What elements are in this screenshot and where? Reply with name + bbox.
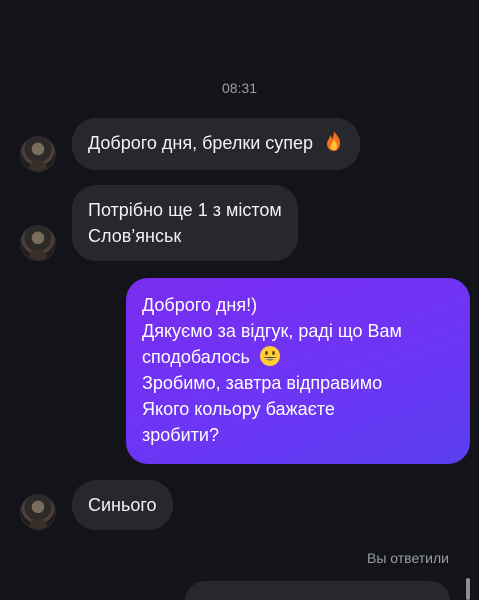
message-text-line: Дякуємо за відгук, раді що Вам (142, 321, 402, 341)
message-text-line: Потрібно ще 1 з містом (88, 200, 282, 220)
message-text-line-with-emoji: сподобалось (142, 344, 454, 370)
message-timestamp: 08:31 (221, 80, 258, 96)
contact-avatar[interactable] (20, 225, 56, 261)
reply-preview-bubble[interactable] (185, 581, 450, 600)
message-text-line: Слов’янськ (88, 226, 182, 246)
message-text: Доброго дня, брелки супер (88, 133, 314, 153)
outgoing-message-bubble[interactable]: Доброго дня!) Дякуємо за відгук, раді що… (126, 278, 470, 464)
message-text-line: Зробимо, завтра відправимо (142, 373, 383, 393)
incoming-message-bubble[interactable]: Синього (72, 480, 173, 530)
message-text-line: сподобалось (142, 347, 250, 367)
replied-label: Вы ответили (366, 550, 449, 566)
message-text-line: Якого кольору бажаєте (142, 399, 335, 419)
grinning-face-emoji-icon (259, 346, 280, 366)
fire-emoji-icon (327, 131, 341, 151)
message-row: Доброго дня, брелки супер (20, 118, 361, 172)
chat-thread: 08:31 Доброго дня, брелки супер Потрібно… (0, 0, 479, 600)
message-text: Синього (88, 495, 157, 515)
message-text-line: Доброго дня!) (142, 295, 258, 315)
message-row: Синього (20, 480, 173, 530)
contact-avatar[interactable] (20, 494, 56, 530)
incoming-message-bubble[interactable]: Потрібно ще 1 з містом Слов’янськ (72, 185, 298, 261)
message-row: Потрібно ще 1 з містом Слов’янськ (20, 185, 298, 261)
incoming-message-bubble[interactable]: Доброго дня, брелки супер (72, 118, 361, 170)
message-text-line: зробити? (142, 425, 219, 445)
contact-avatar[interactable] (20, 136, 56, 172)
scrollbar[interactable] (466, 578, 470, 600)
